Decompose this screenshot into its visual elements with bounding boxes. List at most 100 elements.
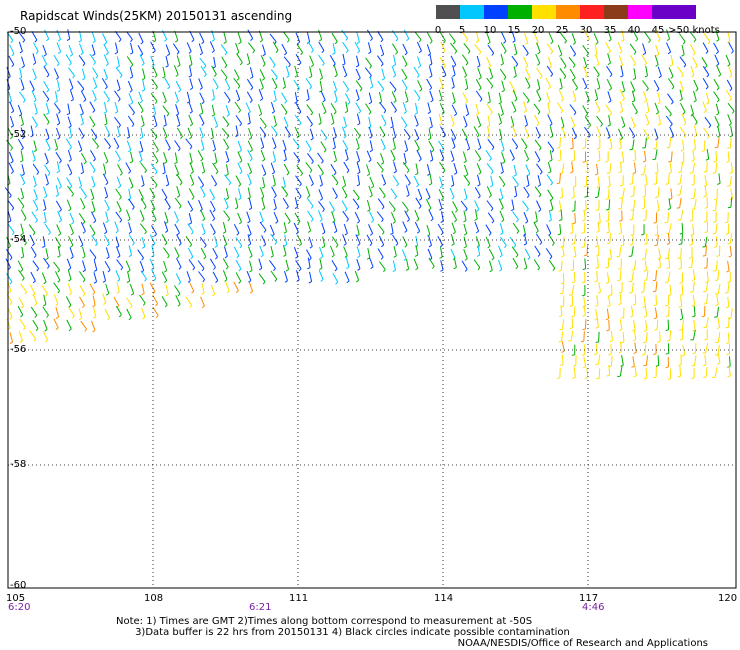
- wind-barb: [330, 102, 337, 113]
- wind-barb-flag: [539, 242, 543, 245]
- wind-barb-flag: [82, 221, 86, 225]
- wind-barb-flag: [152, 113, 156, 117]
- wind-barb-flag: [321, 245, 325, 249]
- wind-barb-flag: [726, 342, 730, 345]
- wind-barb-flag: [21, 305, 24, 309]
- wind-barb-flag: [583, 254, 588, 257]
- wind-barb-flag: [155, 315, 159, 319]
- wind-barb: [292, 138, 300, 147]
- wind-barb-flag: [653, 304, 657, 307]
- wind-barb-flag: [525, 42, 529, 45]
- wind-barb: [461, 128, 468, 138]
- wind-barb-flag: [664, 221, 668, 224]
- wind-barb-flag: [490, 208, 494, 212]
- wind-barb: [104, 308, 111, 319]
- wind-barb: [102, 270, 107, 281]
- wind-barb-flag: [607, 124, 611, 127]
- wind-barb: [533, 259, 541, 269]
- wind-barb: [176, 173, 183, 183]
- wind-barb-flag: [82, 63, 86, 67]
- wind-barb-flag: [165, 65, 169, 68]
- wind-barb-flag: [308, 257, 312, 261]
- wind-barb: [44, 223, 51, 233]
- wind-barb-flag: [189, 87, 193, 91]
- wind-barb-flag: [665, 315, 669, 318]
- wind-barb-flag: [261, 78, 265, 81]
- wind-barb-flag: [658, 75, 662, 79]
- wind-barb: [138, 32, 144, 43]
- wind-barb-flag: [677, 375, 681, 378]
- wind-barb-flag: [164, 136, 168, 139]
- wind-barb-flag: [643, 315, 647, 318]
- wind-barb-flag: [418, 50, 422, 54]
- wind-barb-flag: [513, 195, 517, 198]
- wind-barb: [283, 116, 289, 127]
- wind-barb: [341, 29, 349, 39]
- wind-barb-flag: [58, 110, 61, 114]
- wind-barb: [31, 116, 38, 126]
- wind-barb: [69, 223, 74, 234]
- wind-barb: [33, 42, 39, 52]
- wind-barb: [42, 44, 47, 55]
- wind-barb: [6, 67, 11, 77]
- wind-barb-flag: [451, 86, 455, 89]
- wind-barb: [128, 93, 134, 103]
- wind-barb-flag: [523, 110, 527, 113]
- wind-barb: [463, 175, 471, 184]
- wind-barb: [341, 187, 348, 197]
- wind-barb-flag: [417, 97, 421, 101]
- wind-barb: [66, 258, 72, 269]
- wind-barb-flag: [537, 111, 541, 115]
- wind-barb: [376, 211, 384, 220]
- wind-barb: [89, 161, 96, 171]
- wind-barb: [201, 223, 206, 234]
- wind-barb-flag: [489, 76, 493, 80]
- wind-barb-flag: [416, 218, 420, 222]
- wind-barb: [213, 56, 216, 67]
- lon-label-114: 114: [434, 593, 454, 604]
- wind-barb: [128, 198, 135, 208]
- wind-barb-flag: [287, 39, 290, 43]
- wind-barb-flag: [43, 53, 47, 57]
- wind-barb-flag: [201, 268, 205, 272]
- wind-barb: [487, 115, 491, 126]
- wind-barb: [523, 186, 530, 196]
- wind-barb-flag: [713, 160, 717, 163]
- wind-barb-flag: [382, 134, 386, 138]
- wind-barb-flag: [92, 329, 96, 333]
- wind-barb-flag: [288, 64, 291, 68]
- wind-barb-flag: [102, 280, 106, 283]
- wind-barb-flag: [250, 76, 254, 79]
- wind-barb-flag: [68, 279, 72, 282]
- wind-barb-flag: [418, 205, 422, 209]
- wind-barb: [667, 233, 671, 244]
- wind-barb-flag: [510, 208, 515, 212]
- wind-barb-flag: [260, 220, 264, 224]
- wind-barb: [21, 246, 25, 257]
- wind-barb: [247, 140, 253, 150]
- wind-barb: [609, 248, 612, 259]
- wind-barb-flag: [118, 314, 122, 318]
- wind-barb: [174, 140, 181, 149]
- wind-barb: [334, 91, 338, 102]
- wind-barb-flag: [10, 39, 14, 44]
- wind-barb: [32, 199, 39, 210]
- wind-barb: [189, 65, 192, 76]
- lat-label-50: -50: [10, 26, 27, 37]
- wind-barb: [209, 41, 215, 51]
- wind-barb: [583, 56, 588, 67]
- wind-barb-flag: [404, 52, 408, 56]
- wind-barb-flag: [570, 147, 574, 150]
- wind-barb: [201, 161, 206, 172]
- wind-barb-flag: [68, 136, 72, 139]
- wind-barb-flag: [571, 354, 575, 356]
- wind-barb-flag: [246, 62, 251, 66]
- wind-barb-flag: [70, 98, 74, 102]
- wind-barb-flag: [429, 87, 433, 91]
- wind-barb-flag: [586, 53, 589, 57]
- wind-barb: [69, 247, 74, 258]
- wind-barb: [199, 92, 205, 102]
- wind-barb: [355, 102, 362, 112]
- wind-barb: [80, 320, 88, 330]
- wind-barb: [55, 91, 58, 102]
